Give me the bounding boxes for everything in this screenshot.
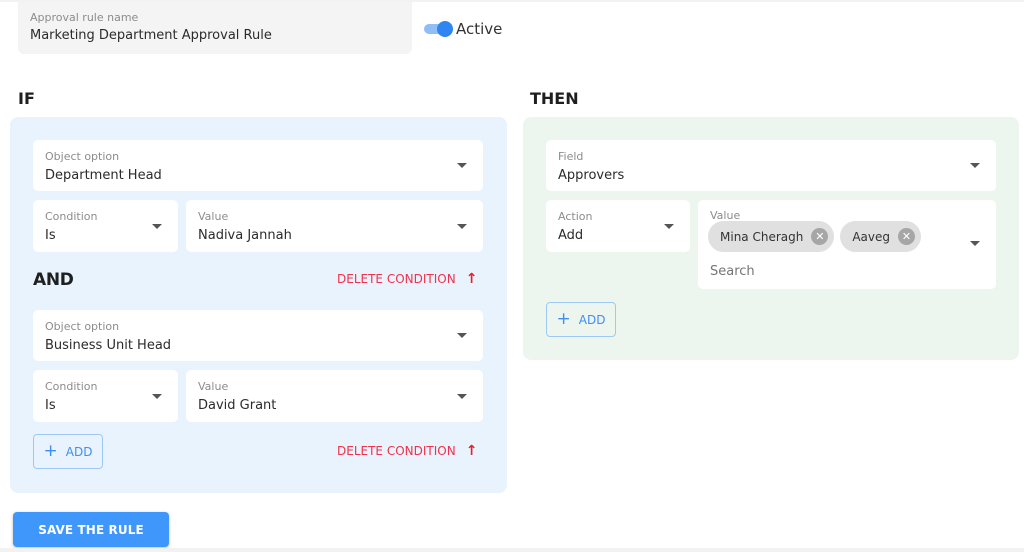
action-value: Add: [558, 228, 584, 243]
arrow-up-icon: ↑: [465, 443, 478, 459]
plus-icon: +: [43, 441, 58, 461]
field-value: Approvers: [558, 168, 625, 183]
chip-label: Mina Cheragh: [720, 229, 804, 244]
chevron-down-icon[interactable]: [664, 224, 674, 229]
plus-icon: +: [556, 309, 571, 329]
delete-condition-label: DELETE CONDITION: [337, 272, 456, 286]
rule-name-value[interactable]: Marketing Department Approval Rule: [30, 27, 400, 45]
selected-approvers: Mina Cheragh ✕ Aaveg ✕: [708, 221, 927, 252]
condition-value: Is: [45, 398, 56, 413]
arrow-up-icon: ↑: [465, 271, 478, 287]
condition-label: Condition: [45, 210, 98, 223]
chevron-down-icon[interactable]: [970, 241, 980, 246]
condition-select-1[interactable]: Condition Is: [33, 200, 178, 252]
chevron-down-icon[interactable]: [152, 224, 162, 229]
field-select[interactable]: Field Approvers: [546, 140, 996, 191]
object-option-label: Object option: [45, 320, 120, 333]
active-toggle-label: Active: [456, 20, 503, 38]
value-value: Nadiva Jannah: [198, 228, 292, 243]
then-heading: THEN: [530, 89, 579, 108]
chevron-down-icon[interactable]: [457, 394, 467, 399]
save-rule-button[interactable]: SAVE THE RULE: [13, 512, 169, 547]
object-option-label: Object option: [45, 150, 120, 163]
approvers-value-select[interactable]: Value Mina Cheragh ✕ Aaveg ✕: [698, 200, 996, 289]
condition-label: Condition: [45, 380, 98, 393]
remove-chip-icon[interactable]: ✕: [811, 228, 829, 245]
approval-rule-editor: Approval rule name Marketing Department …: [0, 0, 1024, 552]
object-option-value: Department Head: [45, 168, 162, 183]
chevron-down-icon[interactable]: [457, 333, 467, 338]
rule-name-field[interactable]: Approval rule name Marketing Department …: [18, 2, 412, 54]
condition-value: Is: [45, 228, 56, 243]
value-label: Value: [198, 380, 229, 393]
approver-chip: Aaveg ✕: [840, 221, 922, 252]
add-condition-button[interactable]: + ADD: [33, 434, 103, 469]
condition-select-2[interactable]: Condition Is: [33, 370, 178, 422]
bottom-divider: [0, 548, 1024, 552]
delete-condition-button-2[interactable]: DELETE CONDITION ↑: [337, 444, 477, 458]
chip-label: Aaveg: [852, 229, 891, 244]
if-heading: IF: [18, 89, 35, 108]
delete-condition-label: DELETE CONDITION: [337, 444, 456, 458]
object-option-select-2[interactable]: Object option Business Unit Head: [33, 310, 483, 361]
value-label: Value: [198, 210, 229, 223]
chevron-down-icon[interactable]: [457, 224, 467, 229]
chevron-down-icon[interactable]: [152, 394, 162, 399]
add-action-button[interactable]: + ADD: [546, 302, 616, 337]
rule-name-label: Approval rule name: [30, 11, 139, 24]
value-select-1[interactable]: Value Nadiva Jannah: [186, 200, 483, 252]
field-label: Field: [558, 150, 584, 163]
add-label: ADD: [65, 444, 93, 459]
active-toggle[interactable]: [424, 21, 454, 37]
value-value: David Grant: [198, 398, 277, 413]
remove-chip-icon[interactable]: ✕: [898, 228, 916, 245]
chevron-down-icon[interactable]: [457, 163, 467, 168]
approver-chip: Mina Cheragh ✕: [708, 221, 835, 252]
delete-condition-button-1[interactable]: DELETE CONDITION ↑: [337, 272, 477, 286]
action-label: Action: [558, 210, 593, 223]
object-option-select-1[interactable]: Object option Department Head: [33, 140, 483, 191]
add-label: ADD: [578, 312, 606, 327]
chevron-down-icon[interactable]: [970, 163, 980, 168]
action-select[interactable]: Action Add: [546, 200, 690, 252]
approver-search-input[interactable]: [710, 264, 910, 279]
toggle-thumb[interactable]: [437, 21, 453, 37]
value-select-2[interactable]: Value David Grant: [186, 370, 483, 422]
object-option-value: Business Unit Head: [45, 338, 172, 353]
and-joiner-label: AND: [33, 270, 74, 290]
